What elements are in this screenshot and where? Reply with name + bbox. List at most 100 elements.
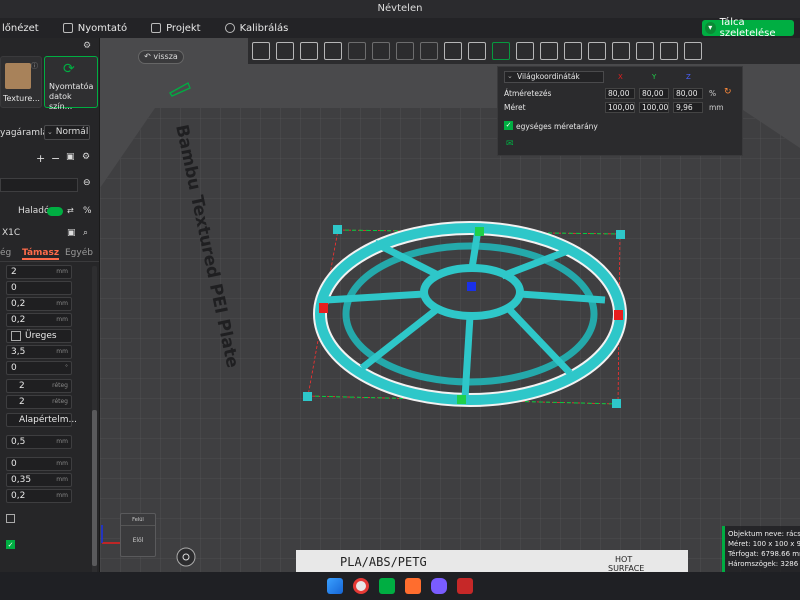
option-checkbox-checked[interactable]: ✓ bbox=[6, 540, 15, 549]
scale-y-input[interactable]: 80,00 bbox=[639, 88, 669, 99]
support-style-select[interactable]: Üreges bbox=[6, 329, 72, 343]
assembly-icon[interactable] bbox=[684, 42, 702, 60]
collapse-icon[interactable]: ⊖ bbox=[83, 178, 91, 188]
support-field-9[interactable]: 2 réteg bbox=[6, 395, 72, 409]
scale-handle-bottom-left[interactable] bbox=[303, 392, 312, 401]
compare-icon[interactable]: ⇄ bbox=[67, 206, 74, 215]
split-icon[interactable] bbox=[348, 42, 366, 60]
advanced-toggle[interactable] bbox=[47, 207, 63, 216]
scale-x-input[interactable]: 80,00 bbox=[605, 88, 635, 99]
view-cube[interactable]: Felül Elöl bbox=[120, 513, 156, 557]
field-value: 3,5 bbox=[11, 347, 26, 357]
flow-select[interactable]: ⌄ Normál bbox=[44, 125, 90, 140]
support-field-13[interactable]: 0,35 mm bbox=[6, 473, 72, 487]
tab-project[interactable]: Projekt bbox=[139, 18, 213, 38]
mail-icon[interactable]: ✉ bbox=[506, 139, 514, 149]
rotate-icon[interactable] bbox=[468, 42, 486, 60]
slicer-app-icon[interactable] bbox=[405, 578, 421, 594]
scrollbar-thumb[interactable] bbox=[92, 410, 97, 566]
split-parts-icon[interactable] bbox=[372, 42, 390, 60]
scale-handle-center[interactable] bbox=[467, 282, 476, 291]
support-field-4[interactable]: 0,2 mm bbox=[6, 313, 72, 327]
add-icon[interactable]: + bbox=[36, 152, 45, 165]
support-field-12[interactable]: 0 mm bbox=[6, 457, 72, 471]
save-icon[interactable]: ▣ bbox=[67, 228, 76, 238]
info-icon[interactable]: ⓘ bbox=[31, 61, 38, 71]
cut-icon[interactable] bbox=[540, 42, 558, 60]
field-unit: mm bbox=[56, 316, 68, 323]
tab-prepare[interactable]: lőnézet bbox=[0, 18, 51, 38]
sync-filament-card[interactable]: ⟳ Nyomtatóa datok szín... bbox=[44, 56, 98, 111]
scale-handle-top-left[interactable] bbox=[333, 225, 342, 234]
gear-icon[interactable]: ⚙ bbox=[82, 152, 90, 162]
plate-add-icon[interactable] bbox=[169, 82, 191, 97]
field-value: 2 bbox=[11, 267, 17, 277]
start-windows-icon[interactable] bbox=[327, 578, 343, 594]
support-field-6[interactable]: 3,5 mm bbox=[6, 345, 72, 359]
slice-plate-button[interactable]: ▾ Tálca szeletelése bbox=[702, 17, 794, 39]
reset-icon[interactable]: ↻ bbox=[724, 87, 732, 97]
option-checkbox[interactable] bbox=[6, 514, 15, 523]
view-cube-front[interactable]: Elöl bbox=[121, 526, 155, 556]
tab-others[interactable]: Egyéb bbox=[65, 248, 93, 258]
gear-icon[interactable]: ⚙ bbox=[83, 41, 91, 51]
support-field-11[interactable]: 0,5 mm bbox=[6, 435, 72, 449]
scale-handle-bottom[interactable] bbox=[457, 395, 466, 404]
size-z-input[interactable]: 9,96 bbox=[673, 102, 703, 113]
lay-on-face-icon[interactable] bbox=[516, 42, 534, 60]
support-field-2[interactable]: 0 bbox=[6, 281, 72, 295]
scale-handle-top-right[interactable] bbox=[616, 230, 625, 239]
move-icon[interactable] bbox=[444, 42, 462, 60]
slice-plate-label: Tálca szeletelése bbox=[719, 17, 776, 39]
chrome-icon[interactable] bbox=[353, 578, 369, 594]
scale-handle-top[interactable] bbox=[475, 227, 484, 236]
tab-printer[interactable]: Nyomtató bbox=[51, 18, 139, 38]
uniform-scale-checkbox[interactable]: ✓ bbox=[504, 121, 513, 130]
support-field-7[interactable]: 0 ° bbox=[6, 361, 72, 375]
app-icon[interactable] bbox=[457, 578, 473, 594]
support-field-8[interactable]: 2 réteg bbox=[6, 379, 72, 393]
support-field-3[interactable]: 0,2 mm bbox=[6, 297, 72, 311]
axis-z-label: Z bbox=[686, 73, 691, 81]
layout-icon[interactable] bbox=[324, 42, 342, 60]
save-icon[interactable]: ▣ bbox=[66, 152, 75, 162]
percent-icon[interactable]: % bbox=[83, 206, 92, 216]
size-y-input[interactable]: 100,00 bbox=[639, 102, 669, 113]
scale-icon[interactable] bbox=[492, 42, 510, 60]
tab-quality[interactable]: ég bbox=[0, 248, 11, 258]
color-paint-icon[interactable] bbox=[636, 42, 654, 60]
minus-icon[interactable]: − bbox=[51, 152, 60, 165]
multi-plate-icon[interactable] bbox=[420, 42, 438, 60]
focus-icon[interactable] bbox=[176, 547, 196, 567]
chevron-down-icon[interactable]: ▾ bbox=[705, 22, 716, 34]
grid-arrange-icon[interactable] bbox=[276, 42, 294, 60]
tab-support[interactable]: Támasz bbox=[22, 248, 60, 260]
scale-handle-right[interactable] bbox=[614, 310, 623, 320]
gamepad-icon[interactable] bbox=[431, 578, 447, 594]
support-field-1[interactable]: 2 mm bbox=[6, 265, 72, 279]
field-value: 0 bbox=[11, 363, 17, 373]
support-field-14[interactable]: 0,2 mm bbox=[6, 489, 72, 503]
field-value: 0 bbox=[11, 459, 17, 469]
search-icon[interactable]: ⌕ bbox=[83, 228, 88, 238]
measure-icon[interactable] bbox=[660, 42, 678, 60]
coordinate-mode-select[interactable]: ⌄ Világkoordináták bbox=[504, 71, 604, 83]
support-field-10[interactable]: Alapértelm... bbox=[6, 413, 77, 427]
scale-z-input[interactable]: 80,00 bbox=[673, 88, 703, 99]
orient-icon[interactable] bbox=[300, 42, 318, 60]
size-x-input[interactable]: 100,00 bbox=[605, 102, 635, 113]
scale-z-value: 80,00 bbox=[676, 89, 698, 98]
seam-paint-icon[interactable] bbox=[588, 42, 606, 60]
text-icon[interactable] bbox=[612, 42, 630, 60]
plate-icon[interactable] bbox=[396, 42, 414, 60]
scale-handle-left[interactable] bbox=[319, 303, 328, 313]
plate-card[interactable]: ⓘ Texture... bbox=[0, 56, 42, 108]
tab-calibration[interactable]: Kalibrálás bbox=[213, 18, 301, 38]
add-object-icon[interactable] bbox=[252, 42, 270, 60]
view-cube-top[interactable]: Felül bbox=[121, 514, 155, 526]
back-button[interactable]: ↶ vissza bbox=[138, 50, 184, 64]
bambu-studio-icon[interactable] bbox=[379, 578, 395, 594]
support-paint-icon[interactable] bbox=[564, 42, 582, 60]
object-search-field[interactable] bbox=[0, 178, 78, 192]
scale-handle-bottom-right[interactable] bbox=[612, 399, 621, 408]
